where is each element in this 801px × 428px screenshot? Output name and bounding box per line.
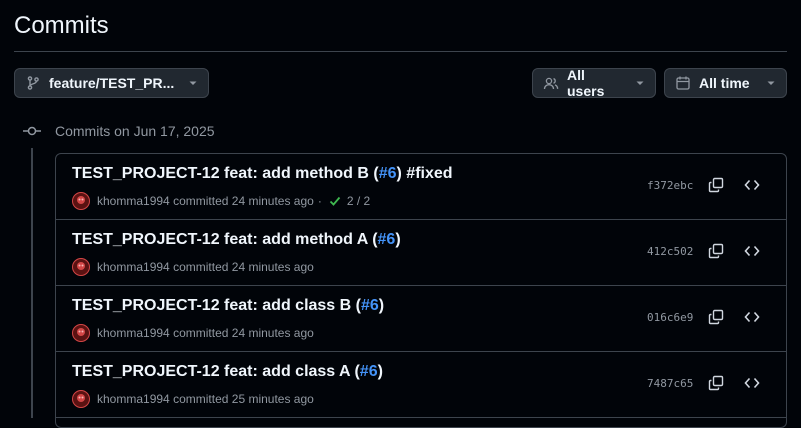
commit-row: TEST_PROJECT-12 feat: add class B (#6) k… [56,286,786,352]
caret-down-icon [756,78,776,88]
pull-request-link[interactable]: #6 [361,297,379,314]
avatar[interactable] [72,324,90,342]
git-branch-icon [25,75,41,91]
pull-request-link[interactable]: #6 [360,363,378,380]
caret-down-icon [625,78,645,88]
avatar[interactable] [72,192,90,210]
code-icon [744,309,760,330]
avatar[interactable] [72,258,90,276]
commit-author[interactable]: khomma1994 [97,326,170,340]
avatar[interactable] [72,390,90,408]
commit-sha[interactable]: 412c502 [647,245,693,258]
code-icon [744,243,760,264]
commit-row: TEST_PROJECT-12 feat: add class A (#6) k… [56,352,786,418]
commit-time: 24 minutes ago [231,326,314,340]
commit-author[interactable]: khomma1994 [97,194,170,208]
commit-title[interactable]: TEST_PROJECT-12 feat: add class A (#6) [72,363,383,381]
commit-list: TEST_PROJECT-12 feat: add method B (#6) … [55,153,787,428]
copy-icon [708,177,724,198]
commit-sha[interactable]: f372ebc [647,179,693,192]
commit-time: 24 minutes ago [231,194,314,208]
pull-request-link[interactable]: #6 [379,165,397,182]
branch-selector-button[interactable]: feature/TEST_PR... [14,68,209,98]
checks-status[interactable]: 2 / 2 [347,194,370,208]
title-divider [14,51,787,52]
time-filter-label: All time [699,75,750,91]
code-icon [744,177,760,198]
commit-group-heading: Commits on Jun 17, 2025 [55,123,215,139]
check-icon[interactable] [328,194,342,208]
commit-sha[interactable]: 7487c65 [647,377,693,390]
caret-down-icon [178,78,198,88]
copy-sha-button[interactable] [704,373,728,397]
commit-title[interactable]: TEST_PROJECT-12 feat: add class B (#6) [72,297,384,315]
commit-title[interactable]: TEST_PROJECT-12 feat: add method A (#6) [72,231,401,249]
commit-meta: khomma1994 committed 24 minutes ago [72,258,314,276]
commit-meta: khomma1994 committed 24 minutes ago · 2 … [72,192,370,210]
copy-sha-button[interactable] [704,241,728,265]
timeline-line [31,148,33,418]
users-filter-label: All users [567,67,605,99]
copy-icon [708,375,724,396]
page-title: Commits [14,12,109,39]
commit-row: TEST_PROJECT-12 feat: add method B (#6) … [56,154,786,220]
commit-title[interactable]: TEST_PROJECT-12 feat: add method B (#6) … [72,165,453,183]
commit-meta: khomma1994 committed 24 minutes ago [72,324,314,342]
copy-icon [708,243,724,264]
pull-request-link[interactable]: #6 [378,231,396,248]
browse-repository-button[interactable] [740,307,764,331]
people-icon [543,75,559,91]
commit-sha[interactable]: 016c6e9 [647,311,693,324]
browse-repository-button[interactable] [740,175,764,199]
commit-meta: khomma1994 committed 25 minutes ago [72,390,314,408]
users-filter-button[interactable]: All users [532,67,656,99]
calendar-icon [675,75,691,91]
commit-row: TEST_PROJECT-12 feat: add method A (#6) … [56,220,786,286]
copy-sha-button[interactable] [704,175,728,199]
code-icon [744,375,760,396]
commit-time: 24 minutes ago [231,260,314,274]
copy-sha-button[interactable] [704,307,728,331]
commit-author[interactable]: khomma1994 [97,392,170,406]
git-commit-icon [23,124,41,138]
copy-icon [708,309,724,330]
time-filter-button[interactable]: All time [664,68,787,98]
branch-selector-label: feature/TEST_PR... [49,75,175,91]
commit-author[interactable]: khomma1994 [97,260,170,274]
browse-repository-button[interactable] [740,241,764,265]
commit-time: 25 minutes ago [231,392,314,406]
browse-repository-button[interactable] [740,373,764,397]
